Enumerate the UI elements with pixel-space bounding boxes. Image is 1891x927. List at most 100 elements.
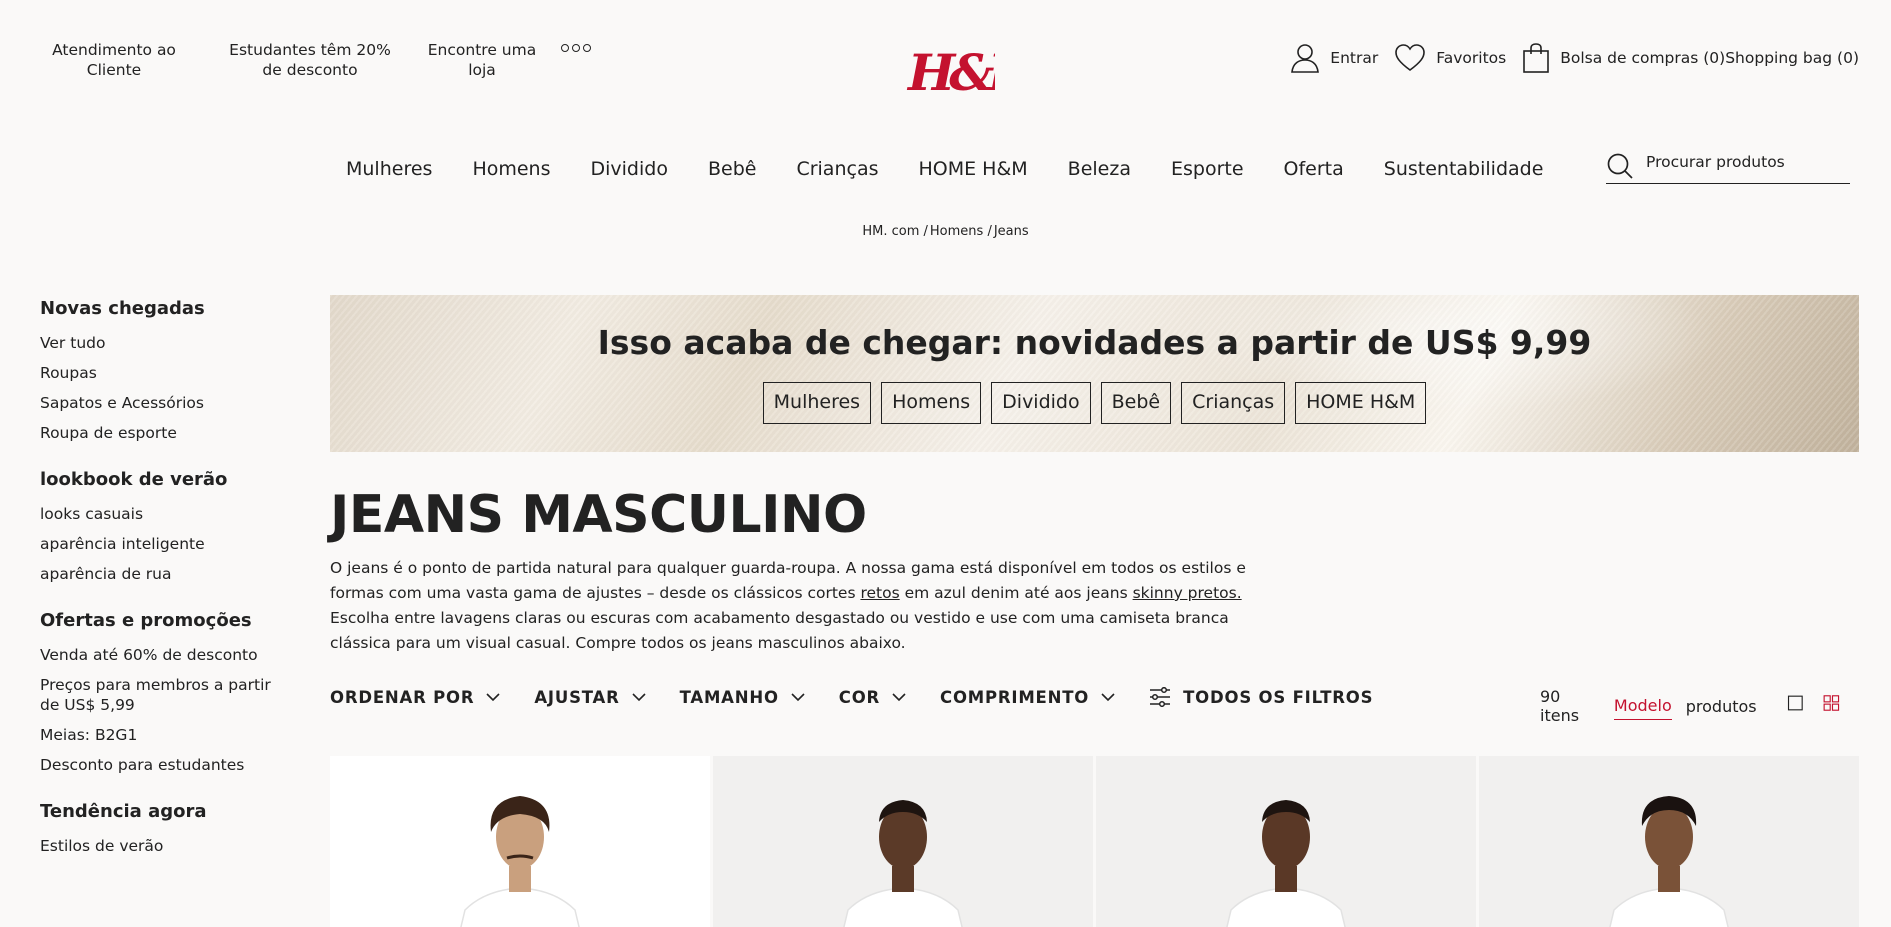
product-model-image [1226, 800, 1346, 927]
model-neck [1658, 866, 1680, 892]
fit-label: AJUSTAR [534, 687, 620, 707]
product-model-image [843, 800, 963, 927]
sidebar-link-street-look[interactable]: aparência de rua [40, 564, 290, 584]
banner-button-home[interactable]: HOME H&M [1295, 382, 1427, 424]
sidebar-link-student-discount[interactable]: Desconto para estudantes [40, 755, 290, 775]
multi-grid-icon[interactable] [1823, 692, 1840, 714]
black-skinny-link[interactable]: skinny pretos. [1133, 584, 1242, 602]
category-description: O jeans é o ponto de partida natural par… [330, 556, 1260, 656]
customer-service-link[interactable]: Atendimento ao Cliente [40, 40, 188, 80]
sliders-icon [1150, 687, 1171, 707]
nav-sport[interactable]: Esporte [1171, 158, 1244, 180]
banner-button-men[interactable]: Homens [881, 382, 982, 424]
banner-button-women[interactable]: Mulheres [762, 382, 872, 424]
sidebar-group-title: lookbook de verão [40, 469, 228, 490]
all-filters-button[interactable]: TODOS OS FILTROS [1149, 687, 1373, 707]
chevron-down-icon [1101, 692, 1115, 701]
sort-label: ORDENAR POR [330, 687, 475, 707]
favorites-link[interactable]: Favoritos [1394, 43, 1506, 73]
banner-button-divided[interactable]: Dividido [991, 382, 1091, 424]
banner-button-baby[interactable]: Bebê [1100, 382, 1172, 424]
main-nav: Mulheres Homens Dividido Bebê Crianças H… [346, 158, 1583, 180]
search-input[interactable] [1646, 150, 1836, 174]
sign-in-link[interactable]: Entrar [1290, 42, 1378, 74]
single-grid-icon[interactable] [1787, 692, 1804, 714]
sidebar-link-sportswear[interactable]: Roupa de esporte [40, 423, 290, 443]
sidebar-group-title: Ofertas e promoções [40, 610, 252, 631]
sidebar-group-title: Novas chegadas [40, 298, 205, 319]
tab-model-view[interactable]: Modelo [1613, 696, 1672, 720]
sidebar-link-member-prices[interactable]: Preços para membros a partir de US$ 5,99 [40, 675, 290, 715]
nav-men[interactable]: Homens [472, 158, 550, 180]
chevron-down-icon [486, 692, 500, 701]
description-text-2: em azul denim até aos jeans [899, 584, 1133, 602]
page-title: JEANS MASCULINO [330, 485, 867, 545]
sidebar-link-socks-b2g1[interactable]: Meias: B2G1 [40, 725, 290, 745]
hm-logo[interactable]: H&M [905, 42, 1051, 102]
sidebar: Novas chegadas Ver tudo Roupas Sapatos e… [40, 298, 290, 882]
sidebar-group-title: Tendência agora [40, 801, 207, 822]
nav-kids[interactable]: Crianças [796, 158, 878, 180]
student-discount-link[interactable]: Estudantes têm 20% de desconto [218, 40, 402, 80]
banner-buttons: Mulheres Homens Dividido Bebê Crianças H… [330, 382, 1859, 424]
fit-dropdown[interactable]: AJUSTAR [534, 687, 646, 707]
sidebar-link-view-all[interactable]: Ver tudo [40, 333, 290, 353]
length-dropdown[interactable]: COMPRIMENTO [940, 688, 1115, 707]
sidebar-group-new-arrivals: Novas chegadas Ver tudo Roupas Sapatos e… [40, 298, 290, 443]
nav-divided[interactable]: Dividido [591, 158, 668, 180]
nav-home[interactable]: HOME H&M [918, 158, 1027, 180]
model-neck [892, 866, 914, 892]
shopping-bag-label: Bolsa de compras (0)Shopping bag (0) [1560, 49, 1859, 67]
product-card[interactable] [330, 756, 710, 927]
breadcrumb-home[interactable]: HM. com / [861, 224, 929, 239]
heart-icon [1395, 44, 1426, 71]
model-neck [1275, 866, 1297, 892]
nav-sale[interactable]: Oferta [1284, 158, 1344, 180]
breadcrumb: HM. com / Homens / Jeans [0, 224, 1891, 239]
search-icon[interactable] [1606, 152, 1634, 180]
search-box [1606, 150, 1850, 184]
length-label: COMPRIMENTO [940, 687, 1090, 707]
user-icon [1291, 44, 1320, 73]
more-icon[interactable] [561, 44, 591, 52]
sidebar-link-summer-styles[interactable]: Estilos de verão [40, 836, 290, 856]
nav-sustainability[interactable]: Sustentabilidade [1384, 158, 1544, 180]
banner-button-kids[interactable]: Crianças [1181, 382, 1286, 424]
results-toolbar: 90 itens Modelo produtos [1540, 687, 1860, 725]
sidebar-link-sale-60[interactable]: Venda até 60% de desconto [40, 645, 290, 665]
hm-logo-mark: H&M [906, 43, 1051, 102]
sidebar-link-clothes[interactable]: Roupas [40, 363, 290, 383]
product-card[interactable] [1479, 756, 1859, 927]
chevron-down-icon [892, 692, 906, 701]
nav-beauty[interactable]: Beleza [1068, 158, 1131, 180]
sidebar-link-casual-looks[interactable]: looks casuais [40, 504, 290, 524]
breadcrumb-men[interactable]: Homens / [929, 224, 993, 239]
product-card[interactable] [1096, 756, 1476, 927]
model-face [1645, 805, 1693, 869]
utility-bar: Atendimento ao Cliente Estudantes têm 20… [40, 40, 591, 80]
size-dropdown[interactable]: TAMANHO [680, 688, 805, 707]
size-label: TAMANHO [679, 687, 779, 707]
sidebar-group-trending: Tendência agora Estilos de verão [40, 801, 290, 856]
tab-product-view[interactable]: produtos [1686, 697, 1757, 716]
sidebar-link-shoes-accessories[interactable]: Sapatos e Acessórios [40, 393, 290, 413]
all-filters-label: TODOS OS FILTROS [1183, 687, 1374, 707]
description-text-3: Escolha entre lavagens claras ou escuras… [330, 609, 1229, 652]
product-model-image [460, 796, 580, 927]
find-store-link[interactable]: Encontre uma loja [427, 40, 537, 80]
straight-jeans-link[interactable]: retos [860, 584, 899, 602]
sidebar-group-offers: Ofertas e promoções Venda até 60% de des… [40, 610, 290, 775]
nav-women[interactable]: Mulheres [346, 158, 432, 180]
shopping-bag-link[interactable]: Bolsa de compras (0)Shopping bag (0) [1522, 42, 1859, 74]
sidebar-link-smart-look[interactable]: aparência inteligente [40, 534, 290, 554]
product-model-image [1609, 796, 1729, 927]
account-bar: Entrar Favoritos Bolsa de compras (0)Sho… [1290, 42, 1859, 74]
breadcrumb-current: Jeans [993, 224, 1029, 239]
color-dropdown[interactable]: COR [839, 688, 906, 707]
product-card[interactable] [713, 756, 1093, 927]
sidebar-group-summer-lookbook: lookbook de verão looks casuais aparênci… [40, 469, 290, 584]
favorites-label: Favoritos [1436, 49, 1507, 67]
sort-dropdown[interactable]: ORDENAR POR [330, 688, 500, 707]
nav-baby[interactable]: Bebê [708, 158, 756, 180]
shopping-bag-icon [1523, 43, 1550, 73]
